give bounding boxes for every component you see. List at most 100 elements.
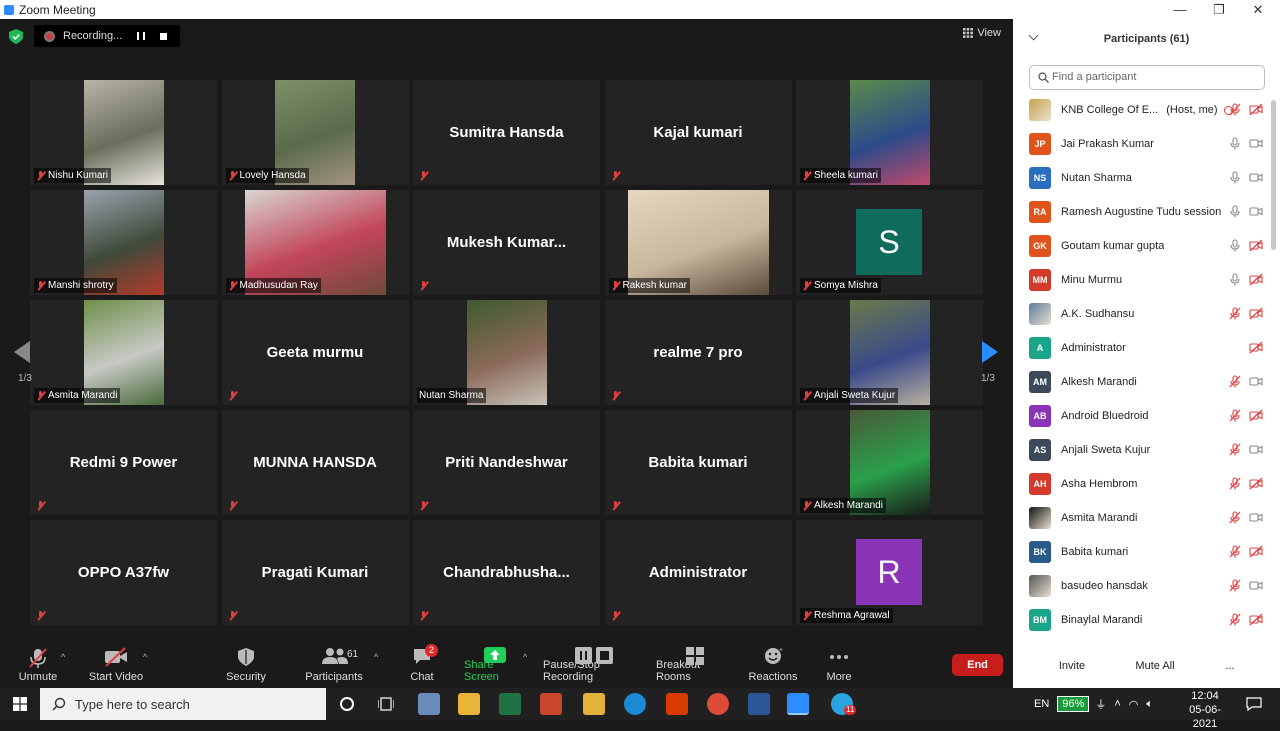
video-tile[interactable]: Geeta murmu <box>221 300 409 405</box>
taskbar-app-edge-icon[interactable] <box>624 693 646 715</box>
video-tile[interactable]: Asmita Marandi <box>30 300 217 405</box>
mic-placeholder[interactable] <box>1229 341 1241 354</box>
mic-off-icon[interactable] <box>1229 307 1241 320</box>
participant-row[interactable]: AM Alkesh Marandi <box>1013 365 1269 399</box>
participant-row[interactable]: BM Binaylal Marandi <box>1013 603 1269 637</box>
chat-button[interactable]: 2 Chat <box>406 640 438 688</box>
shield-icon[interactable] <box>9 29 23 44</box>
video-off-icon[interactable] <box>1249 477 1263 490</box>
mic-off-icon[interactable] <box>1229 545 1241 558</box>
previous-page-arrow-icon[interactable] <box>14 341 30 363</box>
video-tile[interactable]: OPPO A37fw <box>30 520 217 625</box>
video-tile[interactable]: Sheela kumari <box>796 80 983 185</box>
video-tile[interactable]: Chandrabhusha... <box>413 520 600 625</box>
mic-off-icon[interactable] <box>1229 443 1241 456</box>
mic-on-icon[interactable] <box>1229 273 1241 286</box>
video-on-icon[interactable] <box>1249 171 1263 184</box>
video-tile[interactable]: Lovely Hansda <box>221 80 409 185</box>
mic-off-icon[interactable] <box>1229 477 1241 490</box>
video-off-icon[interactable] <box>1249 103 1263 116</box>
participant-row[interactable]: A.K. Sudhansu <box>1013 297 1269 331</box>
video-on-icon[interactable] <box>1249 205 1263 218</box>
tray-chevron-icon[interactable]: ˄ <box>1114 698 1120 710</box>
taskbar-app-word-icon[interactable] <box>748 693 770 715</box>
video-tile[interactable]: Mukesh Kumar... <box>413 190 600 295</box>
share-options-caret-icon[interactable]: ^ <box>523 652 527 662</box>
taskbar-app-excel-icon[interactable] <box>499 693 521 715</box>
video-tile[interactable]: Administrator <box>604 520 792 625</box>
video-on-icon[interactable] <box>1249 511 1263 524</box>
breakout-rooms-button[interactable]: Breakout Rooms <box>656 640 734 688</box>
taskbar-app-file-explorer-icon[interactable] <box>583 693 605 715</box>
participant-row[interactable]: basudeo hansdak <box>1013 569 1269 603</box>
minimize-button[interactable]: — <box>1160 0 1200 19</box>
video-on-icon[interactable] <box>1249 579 1263 592</box>
video-tile[interactable]: Nutan Sharma <box>413 300 600 405</box>
participants-button[interactable]: 61 Participants <box>302 640 366 688</box>
more-button[interactable]: More <box>822 640 856 688</box>
taskbar-app-zoom-icon[interactable] <box>787 693 809 715</box>
video-tile[interactable]: realme 7 pro <box>604 300 792 405</box>
reactions-button[interactable]: + Reactions <box>749 640 798 688</box>
taskbar-app-control-panel-icon[interactable] <box>418 693 440 715</box>
taskbar-app-office-icon[interactable] <box>666 693 688 715</box>
mic-off-icon[interactable] <box>1229 579 1241 592</box>
video-tile[interactable]: Rakesh kumar <box>604 190 792 295</box>
task-view-icon[interactable] <box>378 697 394 711</box>
end-meeting-button[interactable]: End <box>952 654 1003 676</box>
participant-row[interactable]: NS Nutan Sharma <box>1013 161 1269 195</box>
mic-off-icon[interactable] <box>1229 511 1241 524</box>
mic-on-icon[interactable] <box>1229 239 1241 252</box>
participant-row[interactable]: Asmita Marandi <box>1013 501 1269 535</box>
video-tile[interactable]: Manshi shrotry <box>30 190 217 295</box>
participant-row[interactable]: RA Ramesh Augustine Tudu session ... <box>1013 195 1269 229</box>
start-video-button[interactable]: Start Video <box>88 640 144 688</box>
battery-percent[interactable]: 96% <box>1057 696 1090 712</box>
stop-recording-icon[interactable] <box>160 32 167 40</box>
video-tile[interactable]: R Reshma Agrawal <box>796 520 983 625</box>
pause-recording-icon[interactable] <box>137 32 145 40</box>
pause-stop-recording-button[interactable]: Pause/Stop Recording <box>543 640 645 688</box>
video-off-icon[interactable] <box>1249 239 1263 252</box>
cortana-icon[interactable] <box>340 697 354 711</box>
share-screen-button[interactable]: Share Screen <box>464 640 526 688</box>
panel-more-button[interactable]: ... <box>1219 655 1241 677</box>
clock[interactable]: 12:04 05-06-2021 <box>1180 689 1230 731</box>
mic-on-icon[interactable] <box>1229 205 1241 218</box>
video-tile[interactable]: Pragati Kumari <box>221 520 409 625</box>
video-off-icon[interactable] <box>1249 409 1263 422</box>
volume-icon[interactable]: 🔈︎ <box>1146 698 1153 711</box>
participant-row[interactable]: JP Jai Prakash Kumar <box>1013 127 1269 161</box>
mute-all-button[interactable]: Mute All <box>1127 655 1183 677</box>
taskbar-search-box[interactable]: Type here to search <box>40 688 326 720</box>
taskbar-app-chrome-icon[interactable] <box>707 693 729 715</box>
security-button[interactable]: Security <box>224 640 268 688</box>
view-button[interactable]: View <box>963 27 1001 39</box>
video-tile[interactable]: Redmi 9 Power <box>30 410 217 515</box>
participant-row[interactable]: KNB College Of E... (Host, me) <box>1013 93 1269 127</box>
video-on-icon[interactable] <box>1249 137 1263 150</box>
participant-row[interactable]: A Administrator <box>1013 331 1269 365</box>
participant-row[interactable]: GK Goutam kumar gupta <box>1013 229 1269 263</box>
participant-row[interactable]: AB Android Bluedroid <box>1013 399 1269 433</box>
mic-off-icon[interactable] <box>1229 613 1241 626</box>
video-off-icon[interactable] <box>1249 307 1263 320</box>
collapse-chevron-icon[interactable] <box>1028 30 1039 41</box>
participant-list-scrollbar[interactable] <box>1271 100 1276 250</box>
video-tile[interactable]: Alkesh Marandi <box>796 410 983 515</box>
participant-row[interactable]: BK Babita kumari <box>1013 535 1269 569</box>
mic-off-icon[interactable] <box>1229 409 1241 422</box>
video-tile[interactable]: Madhusudan Ray <box>221 190 409 295</box>
participants-caret-icon[interactable]: ^ <box>374 652 378 662</box>
video-tile[interactable]: Anjali Sweta Kujur <box>796 300 983 405</box>
video-tile[interactable]: Babita kumari <box>604 410 792 515</box>
video-tile[interactable]: MUNNA HANSDA <box>221 410 409 515</box>
maximize-button[interactable]: ❐ <box>1199 0 1239 19</box>
participant-search-input[interactable]: Find a participant <box>1029 65 1265 90</box>
video-off-icon[interactable] <box>1249 545 1263 558</box>
next-page-arrow-icon[interactable] <box>982 341 998 363</box>
video-tile[interactable]: Priti Nandeshwar <box>413 410 600 515</box>
taskbar-app-powerpoint-icon[interactable] <box>540 693 562 715</box>
video-off-icon[interactable] <box>1249 613 1263 626</box>
participant-row[interactable]: AH Asha Hembrom <box>1013 467 1269 501</box>
